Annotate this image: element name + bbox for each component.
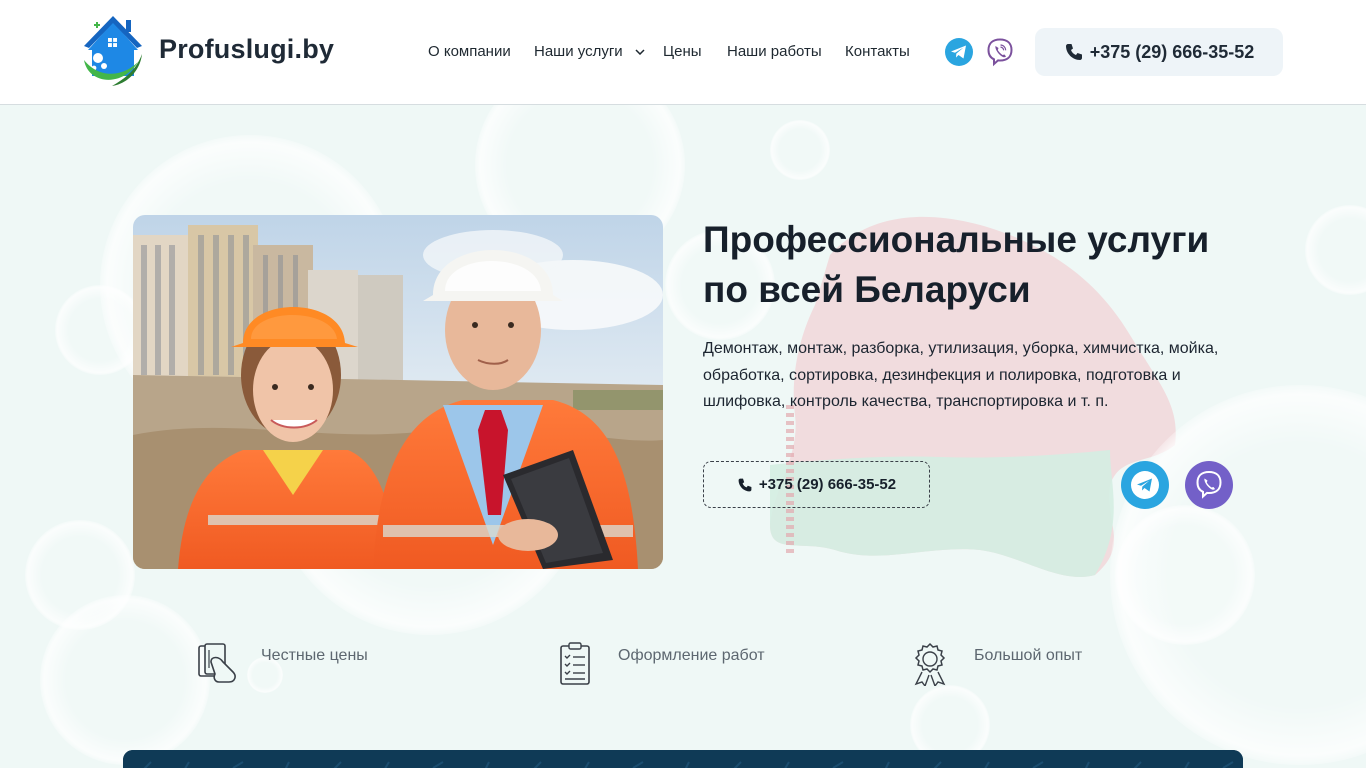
hero-description: Демонтаж, монтаж, разборка, утилизация, …	[703, 340, 1219, 410]
price-tag-icon	[198, 643, 236, 683]
site-header: Profuslugi.by О компании Наши услуги Цен…	[0, 0, 1366, 105]
phone-icon	[738, 478, 752, 491]
feature-experience: Большой опыт	[912, 642, 1132, 686]
chevron-down-icon	[635, 49, 645, 55]
nav-item-label: Контакты	[845, 43, 910, 60]
nav-item-label: Наши услуги	[534, 43, 623, 60]
nav-item-about[interactable]: О компании	[428, 43, 511, 60]
feature-work-documentation: Оформление работ	[559, 642, 799, 686]
feature-label: Большой опыт	[974, 647, 1083, 664]
services-section-top	[123, 750, 1243, 768]
hero-photo	[133, 215, 663, 569]
feature-label: Честные цены	[261, 647, 368, 664]
hero-title: Профессиональные услуги по всей Беларуси	[703, 219, 1210, 310]
feature-fair-prices: Честные цены	[197, 642, 397, 686]
feature-label: Оформление работ	[618, 647, 765, 664]
hero-phone-button[interactable]: +375 (29) 666-35-52	[703, 461, 930, 508]
telegram-icon[interactable]	[1121, 461, 1169, 509]
nav-item-services[interactable]: Наши услуги	[534, 43, 645, 60]
award-icon	[914, 642, 946, 686]
viber-icon[interactable]	[1185, 461, 1233, 509]
phone-icon	[1065, 44, 1082, 60]
nav-item-contacts[interactable]: Контакты	[845, 43, 910, 60]
logo-icon[interactable]	[82, 14, 144, 88]
brand-name[interactable]: Profuslugi.by	[159, 34, 334, 65]
hero-phone-number: +375 (29) 666-35-52	[758, 476, 897, 493]
header-phone-button[interactable]: +375 (29) 666-35-52	[1035, 28, 1283, 76]
telegram-icon[interactable]	[944, 37, 974, 67]
nav-item-label: Цены	[663, 43, 702, 60]
header-phone-number: +375 (29) 666-35-52	[1089, 41, 1255, 62]
viber-icon[interactable]	[985, 37, 1015, 67]
nav-item-works[interactable]: Наши работы	[727, 43, 822, 60]
nav-item-label: О компании	[428, 43, 511, 60]
nav-item-prices[interactable]: Цены	[663, 43, 702, 60]
nav-item-label: Наши работы	[727, 43, 822, 60]
clipboard-icon	[560, 642, 590, 685]
